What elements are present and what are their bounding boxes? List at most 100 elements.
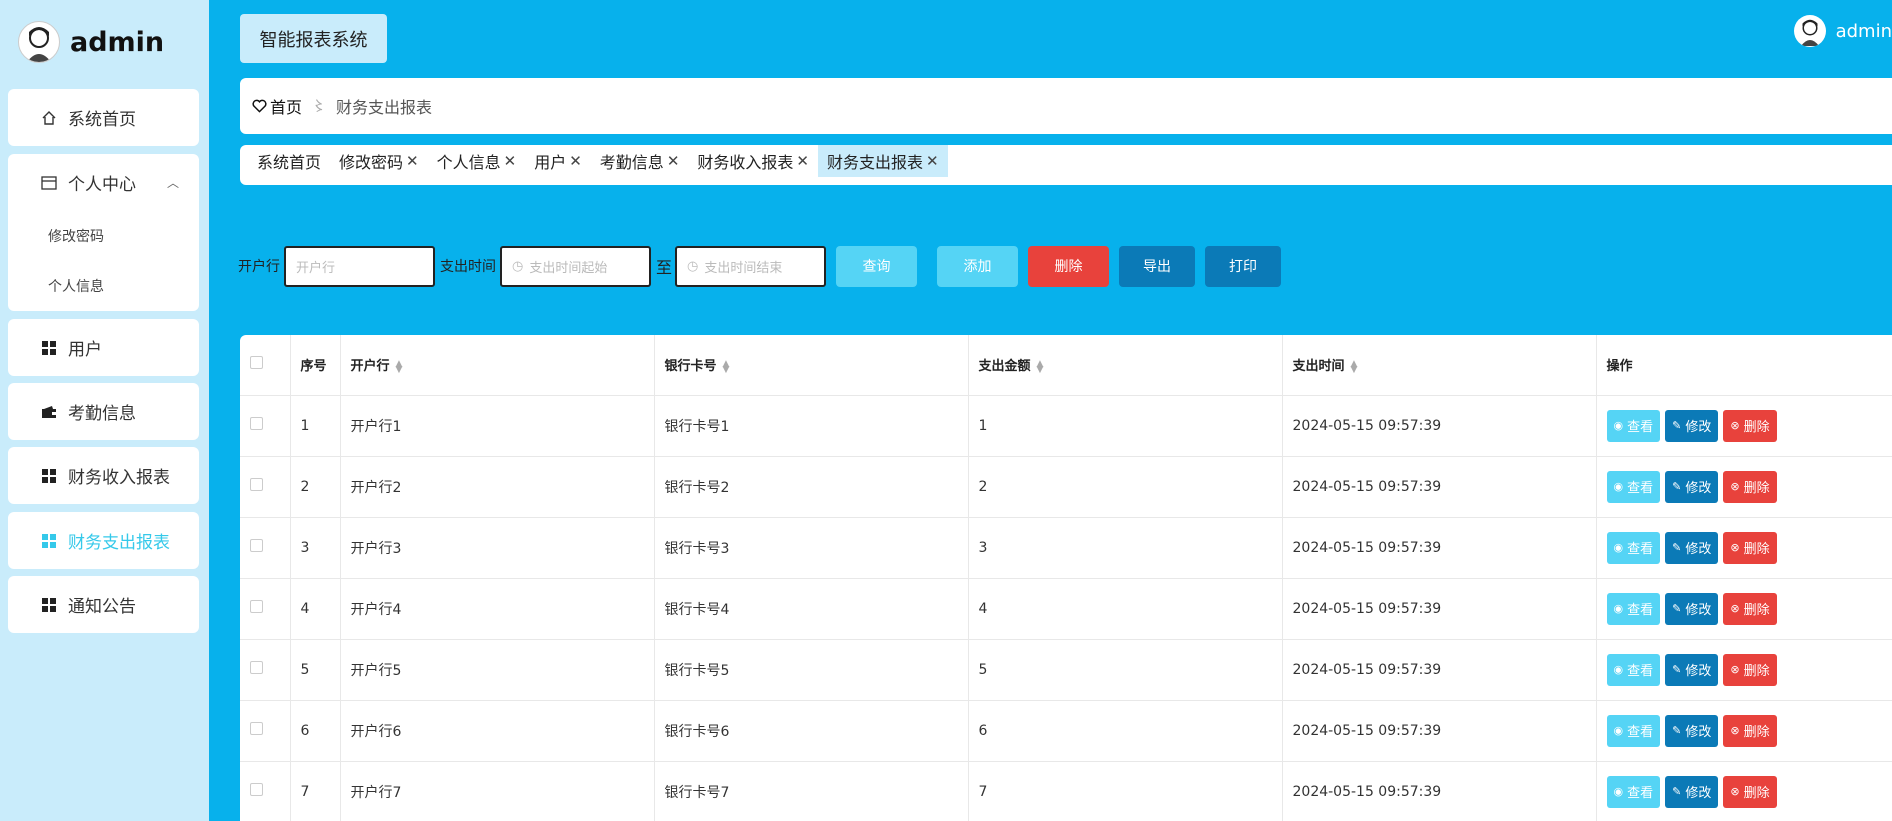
sort-icon[interactable]: ▲ ▼: [1037, 359, 1044, 374]
select-all-checkbox[interactable]: [250, 356, 263, 370]
sidebar-item-home[interactable]: 系统首页: [8, 89, 199, 146]
cell-time: 2024-05-15 09:57:39: [1282, 761, 1597, 821]
select-cell: [240, 639, 291, 701]
avatar: [18, 21, 60, 63]
close-icon[interactable]: ✕: [667, 152, 680, 170]
tab-item[interactable]: 考勤信息 ✕: [591, 145, 689, 177]
col-card-label: 银行卡号: [664, 359, 717, 375]
row-delete-button[interactable]: ⊗ 删除: [1723, 409, 1777, 442]
row-edit-button[interactable]: ✎ 修改: [1665, 653, 1719, 686]
print-button[interactable]: 打印: [1205, 245, 1282, 287]
cell-bank: 开户行2: [340, 456, 655, 518]
query-button[interactable]: 查询: [836, 245, 918, 287]
row-edit-button[interactable]: ✎ 修改: [1665, 531, 1719, 564]
col-bank[interactable]: 开户行 ▲ ▼: [340, 335, 655, 396]
row-delete-label: 删除: [1743, 420, 1770, 435]
sidebar-item-personal-center[interactable]: 个人中心 ︿ 修改密码 个人信息: [8, 154, 199, 311]
row-view-button[interactable]: ◉ 查看: [1606, 653, 1661, 686]
row-view-label: 查看: [1627, 420, 1654, 435]
sidebar-subitem-personal-info[interactable]: 个人信息: [8, 261, 199, 311]
tab-item[interactable]: 修改密码 ✕: [330, 145, 428, 177]
row-view-button[interactable]: ◉ 查看: [1606, 531, 1661, 564]
row-edit-button[interactable]: ✎ 修改: [1665, 592, 1719, 625]
pencil-icon: ✎: [1672, 663, 1682, 676]
breadcrumb-current: 财务支出报表: [336, 98, 433, 117]
sidebar-subitem-change-password[interactable]: 修改密码: [8, 211, 199, 261]
sidebar-item-users[interactable]: 用户: [8, 319, 199, 376]
row-view-label: 查看: [1627, 542, 1654, 557]
tab-item[interactable]: 财务支出报表 ✕: [817, 145, 948, 177]
row-edit-button[interactable]: ✎ 修改: [1665, 775, 1719, 808]
system-title[interactable]: 智能报表系统: [240, 14, 387, 63]
close-icon[interactable]: ✕: [504, 152, 517, 170]
row-checkbox[interactable]: [250, 539, 263, 552]
row-edit-button[interactable]: ✎ 修改: [1665, 470, 1719, 503]
sidebar-item-notices[interactable]: 通知公告: [8, 576, 199, 633]
row-delete-button[interactable]: ⊗ 删除: [1723, 470, 1777, 503]
row-edit-button[interactable]: ✎ 修改: [1665, 714, 1719, 747]
sidebar-item-expense-report[interactable]: 财务支出报表: [8, 512, 199, 569]
sort-icon[interactable]: ▲ ▼: [1351, 359, 1358, 374]
sidebar-item-income-report[interactable]: 财务收入报表: [8, 447, 199, 504]
delete-button[interactable]: 删除: [1028, 245, 1110, 287]
sort-icon[interactable]: ▲ ▼: [396, 359, 403, 374]
col-time[interactable]: 支出时间 ▲ ▼: [1282, 335, 1597, 396]
col-amount[interactable]: 支出金额 ▲ ▼: [968, 335, 1283, 396]
row-view-button[interactable]: ◉ 查看: [1606, 775, 1661, 808]
row-actions: ◉ 查看 ✎ 修改 ⊗ 删除: [1606, 531, 1892, 564]
row-view-button[interactable]: ◉ 查看: [1606, 470, 1661, 503]
row-edit-button[interactable]: ✎ 修改: [1665, 409, 1719, 442]
start-time-input[interactable]: ◷ 支出时间起始: [500, 245, 651, 287]
close-icon[interactable]: ✕: [796, 152, 809, 170]
end-time-input[interactable]: ◷ 支出时间结束: [675, 245, 827, 287]
row-checkbox[interactable]: [250, 722, 263, 735]
row-delete-button[interactable]: ⊗ 删除: [1723, 531, 1777, 564]
sidebar-item-label: 系统首页: [68, 110, 136, 130]
select-all-cell: [240, 335, 291, 396]
cell-bank: 开户行7: [340, 761, 655, 821]
row-checkbox[interactable]: [250, 783, 263, 796]
home-icon: [40, 109, 58, 127]
tab-item[interactable]: 用户 ✕: [525, 145, 591, 177]
row-delete-button[interactable]: ⊗ 删除: [1723, 653, 1777, 686]
add-button[interactable]: 添加: [937, 245, 1019, 287]
close-icon[interactable]: ✕: [406, 152, 419, 170]
bank-input[interactable]: 开户行: [284, 245, 435, 287]
col-amount-label: 支出金额: [978, 359, 1031, 375]
row-view-button[interactable]: ◉ 查看: [1606, 592, 1661, 625]
breadcrumb-home[interactable]: 首页: [252, 94, 302, 118]
sidebar: admin 系统首页 个人中心 ︿ 修改密码 个人信息 用户 考勤信息 财务收入…: [0, 0, 209, 821]
cell-amount: 7: [968, 761, 1283, 821]
sort-icon[interactable]: ▲ ▼: [723, 359, 730, 374]
table-row: 6 开户行6 银行卡号6 6 2024-05-15 09:57:39 ◉ 查看 ✎ 修改 ⊗ 删除: [240, 700, 1892, 762]
eye-icon: ◉: [1613, 419, 1624, 432]
row-view-button[interactable]: ◉ 查看: [1606, 409, 1661, 442]
close-icon[interactable]: ✕: [926, 152, 939, 170]
row-checkbox[interactable]: [250, 417, 263, 430]
export-button[interactable]: 导出: [1119, 245, 1196, 287]
row-view-label: 查看: [1627, 664, 1654, 679]
row-checkbox[interactable]: [250, 478, 263, 491]
row-view-label: 查看: [1627, 603, 1654, 618]
cell-ops: ◉ 查看 ✎ 修改 ⊗ 删除: [1596, 761, 1892, 821]
row-delete-button[interactable]: ⊗ 删除: [1723, 592, 1777, 625]
row-checkbox[interactable]: [250, 661, 263, 674]
tab-item[interactable]: 个人信息 ✕: [428, 145, 526, 177]
close-icon[interactable]: ✕: [569, 152, 582, 170]
row-edit-label: 修改: [1685, 481, 1712, 496]
row-view-button[interactable]: ◉ 查看: [1606, 714, 1661, 747]
col-bank-label: 开户行: [350, 359, 390, 375]
row-delete-button[interactable]: ⊗ 删除: [1723, 714, 1777, 747]
brand-title: admin: [70, 26, 165, 58]
tab-item[interactable]: 系统首页: [248, 145, 330, 177]
col-card[interactable]: 银行卡号 ▲ ▼: [654, 335, 969, 396]
chevron-up-icon: ︿: [166, 176, 179, 190]
row-checkbox[interactable]: [250, 600, 263, 613]
grid-icon: [40, 532, 58, 550]
tab-item[interactable]: 财务收入报表 ✕: [688, 145, 818, 177]
sidebar-item-attendance[interactable]: 考勤信息: [8, 383, 199, 440]
row-delete-button[interactable]: ⊗ 删除: [1723, 775, 1777, 808]
row-view-label: 查看: [1627, 786, 1654, 801]
user-menu[interactable]: admin: [1793, 15, 1892, 47]
tab-bar: 系统首页 修改密码 ✕ 个人信息 ✕ 用户 ✕ 考勤信息 ✕ 财务收入报表 ✕ 财务支出报表 ✕: [240, 145, 1892, 185]
